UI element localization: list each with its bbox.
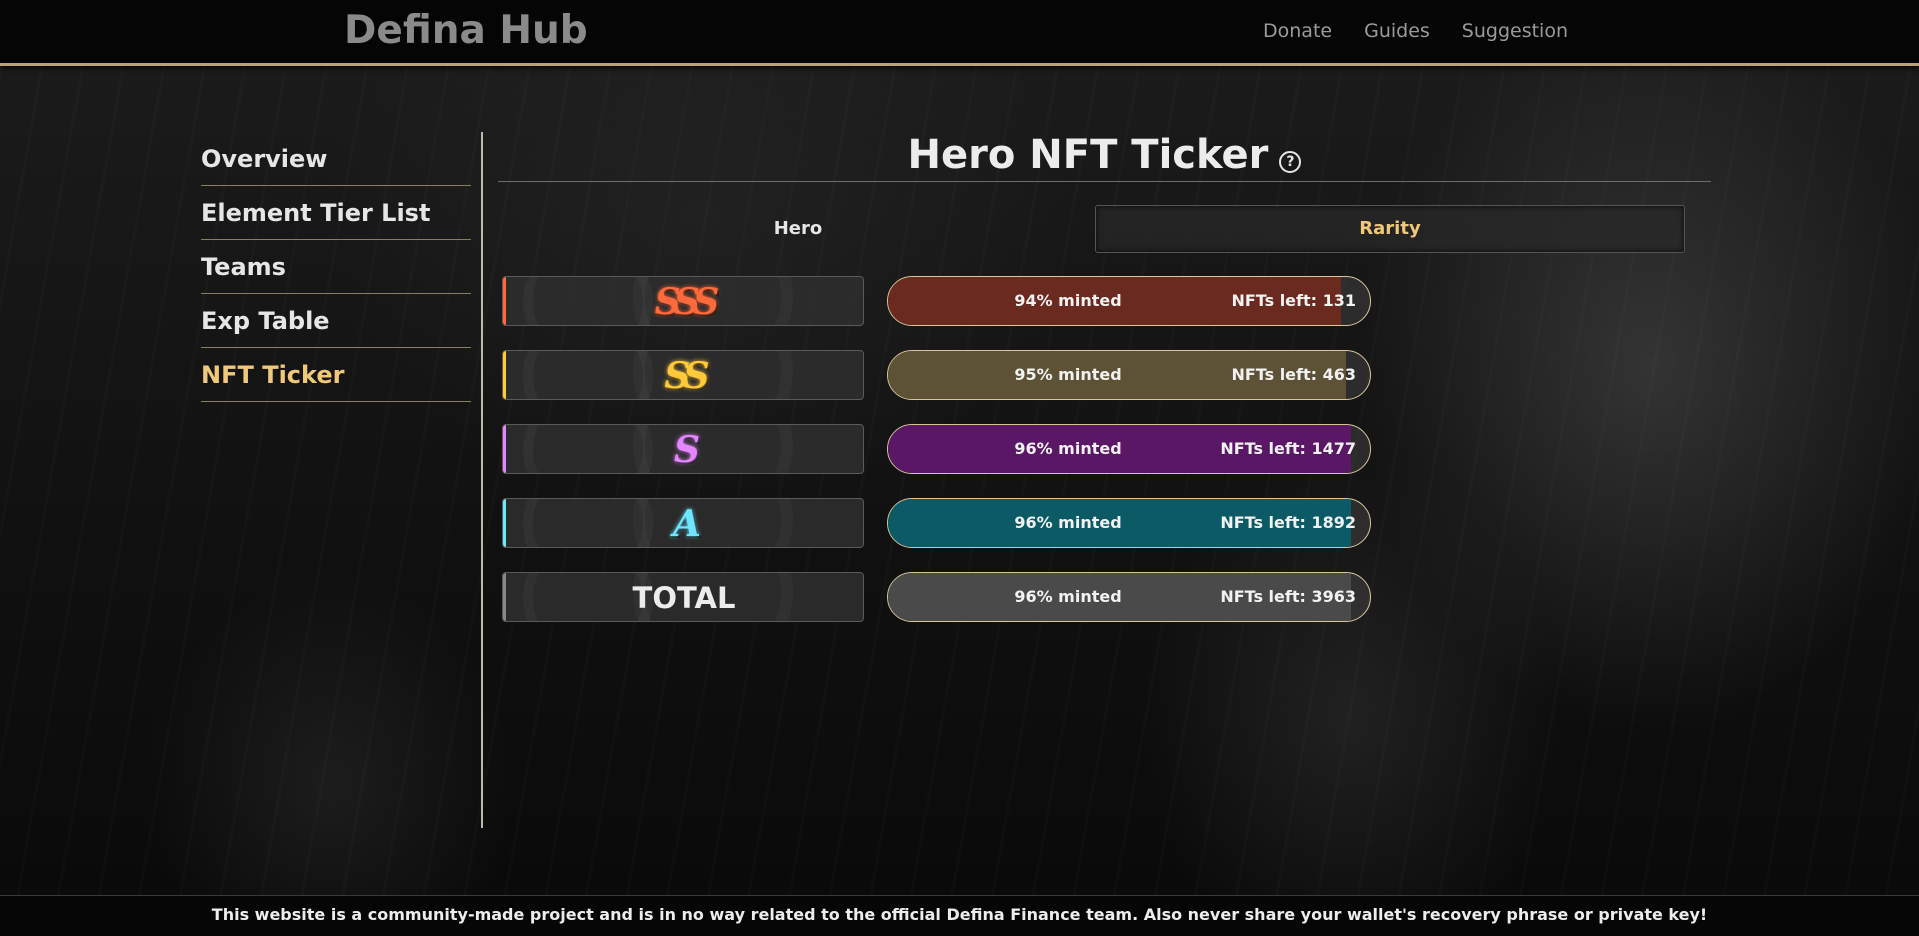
page-title: Hero NFT Ticker bbox=[907, 132, 1269, 178]
sidebar-divider bbox=[481, 132, 483, 828]
sidebar-item-teams[interactable]: Teams bbox=[201, 240, 471, 294]
minted-progress-bar: 95% minted NFTs left: 463 bbox=[887, 350, 1371, 400]
top-header: Defina Hub Donate Guides Suggestion bbox=[0, 0, 1919, 66]
ticker-row: SS 95% minted NFTs left: 463 bbox=[502, 350, 1402, 400]
minted-percent-label: 94% minted bbox=[1014, 291, 1122, 310]
total-label: TOTAL bbox=[632, 581, 736, 615]
sidebar-item-element-tier-list[interactable]: Element Tier List bbox=[201, 186, 471, 240]
nav-donate[interactable]: Donate bbox=[1263, 20, 1332, 42]
footer-disclaimer: This website is a community-made project… bbox=[0, 895, 1919, 936]
help-icon[interactable]: ? bbox=[1279, 151, 1302, 173]
ticker-row: A 96% minted NFTs left: 1892 bbox=[502, 498, 1402, 548]
nfts-left-label: NFTs left: 3963 bbox=[1220, 587, 1356, 606]
hero-rank-cell: TOTAL bbox=[502, 572, 864, 622]
minted-progress-bar: 94% minted NFTs left: 131 bbox=[887, 276, 1371, 326]
top-nav: Donate Guides Suggestion bbox=[1263, 20, 1568, 42]
sidebar-item-nft-ticker[interactable]: NFT Ticker bbox=[201, 348, 471, 402]
ticker-row: SSS 94% minted NFTs left: 131 bbox=[502, 276, 1402, 326]
minted-percent-label: 96% minted bbox=[1014, 439, 1122, 458]
rarity-rank-icon: S bbox=[674, 429, 700, 471]
rarity-rank-icon: SSS bbox=[654, 281, 719, 323]
rarity-rank-icon: A bbox=[673, 503, 701, 545]
hero-rank-cell: SSS bbox=[502, 276, 864, 326]
site-logo-text[interactable]: Defina Hub bbox=[344, 8, 588, 53]
ticker-row: S 96% minted NFTs left: 1477 bbox=[502, 424, 1402, 474]
nfts-left-label: NFTs left: 131 bbox=[1231, 291, 1356, 310]
minted-progress-bar: 96% minted NFTs left: 1477 bbox=[887, 424, 1371, 474]
nfts-left-label: NFTs left: 1892 bbox=[1220, 513, 1356, 532]
rarity-rank-icon: SS bbox=[664, 355, 709, 397]
main-content: Hero NFT Ticker ? Hero Rarity SSS 94% min… bbox=[498, 128, 1711, 622]
sidebar-item-exp-table[interactable]: Exp Table bbox=[201, 294, 471, 348]
nfts-left-label: NFTs left: 1477 bbox=[1220, 439, 1356, 458]
column-header-hero[interactable]: Hero bbox=[698, 218, 898, 239]
hero-rank-cell: S bbox=[502, 424, 864, 474]
ticker-row: TOTAL 96% minted NFTs left: 3963 bbox=[502, 572, 1402, 622]
sidebar: Overview Element Tier List Teams Exp Tab… bbox=[201, 132, 471, 402]
title-row: Hero NFT Ticker ? bbox=[498, 128, 1711, 182]
minted-progress-bar: 96% minted NFTs left: 1892 bbox=[887, 498, 1371, 548]
minted-percent-label: 95% minted bbox=[1014, 365, 1122, 384]
nfts-left-label: NFTs left: 463 bbox=[1231, 365, 1356, 384]
minted-percent-label: 96% minted bbox=[1014, 587, 1122, 606]
nav-suggestion[interactable]: Suggestion bbox=[1462, 20, 1568, 42]
minted-progress-bar: 96% minted NFTs left: 3963 bbox=[887, 572, 1371, 622]
nav-guides[interactable]: Guides bbox=[1364, 20, 1430, 42]
sidebar-item-overview[interactable]: Overview bbox=[201, 132, 471, 186]
column-header-rarity[interactable]: Rarity bbox=[1095, 205, 1685, 253]
minted-percent-label: 96% minted bbox=[1014, 513, 1122, 532]
hero-rank-cell: SS bbox=[502, 350, 864, 400]
hero-rank-cell: A bbox=[502, 498, 864, 548]
